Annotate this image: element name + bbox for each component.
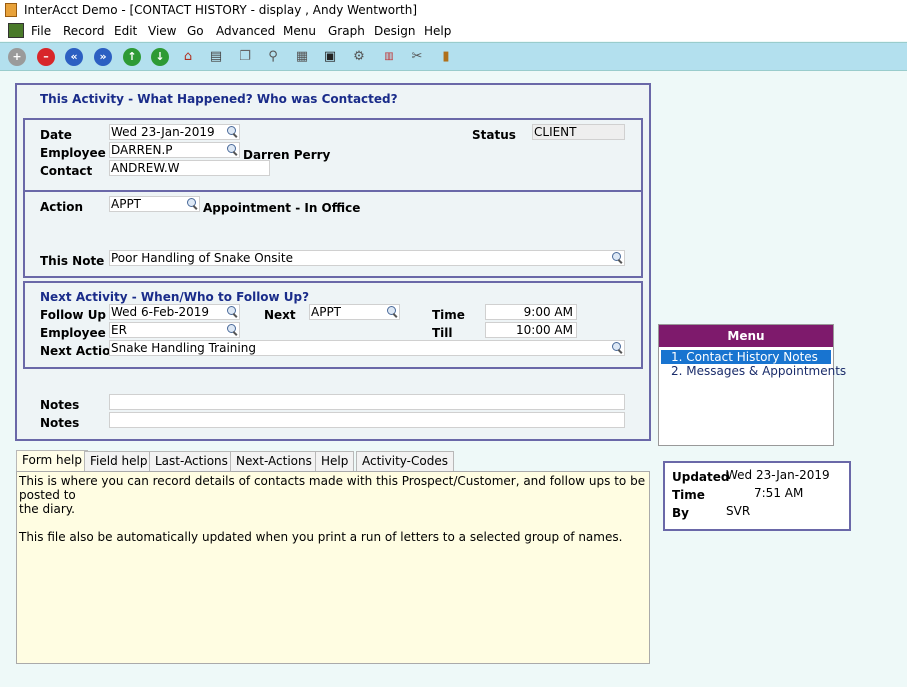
menu-design[interactable]: Design — [374, 24, 415, 38]
tab-form-help[interactable]: Form help — [16, 450, 88, 472]
till-field[interactable]: 10:00 AM — [485, 322, 577, 338]
till-label: Till — [432, 326, 453, 340]
menu-bar: File Record Edit View Go Advanced Menu G… — [0, 21, 907, 41]
employee-field[interactable]: DARREN.P — [109, 142, 240, 158]
updated-by-value: SVR — [726, 504, 751, 518]
date-label: Date — [40, 128, 72, 142]
next-employee-field[interactable]: ER — [109, 322, 240, 338]
help-panel: This is where you can record details of … — [16, 471, 650, 664]
last-record-icon[interactable]: » — [94, 48, 112, 66]
app-menu-icon[interactable] — [8, 23, 24, 38]
followup-field[interactable]: Wed 6-Feb-2019 — [109, 304, 240, 320]
up-arrow-icon[interactable]: ↑ — [123, 48, 141, 66]
next-action-label: Next Action — [40, 344, 119, 358]
next-employee-label: Employee — [40, 326, 106, 340]
time-label: Time — [432, 308, 465, 322]
home-icon[interactable]: ⌂ — [179, 47, 197, 67]
calculator-icon[interactable]: ▦ — [293, 47, 311, 67]
menu-record[interactable]: Record — [63, 24, 104, 38]
tab-next-actions[interactable]: Next-Actions — [230, 451, 318, 471]
status-label: Status — [472, 128, 516, 142]
next-action-field[interactable]: Snake Handling Training — [109, 340, 625, 356]
next-activity-heading: Next Activity - When/Who to Follow Up? — [40, 290, 310, 304]
tab-field-help[interactable]: Field help — [84, 451, 154, 471]
followup-lookup-icon[interactable] — [227, 306, 238, 317]
side-menu: Menu 1. Contact History Notes 2. Message… — [658, 324, 846, 446]
tab-help[interactable]: Help — [315, 451, 355, 471]
menu-graph[interactable]: Graph — [328, 24, 365, 38]
status-field[interactable]: CLIENT — [532, 124, 625, 140]
cut-icon[interactable]: ✂ — [408, 47, 426, 67]
notes-field-1[interactable] — [109, 394, 625, 410]
add-icon[interactable]: + — [8, 48, 26, 66]
tab-activity-codes[interactable]: Activity-Codes — [356, 451, 454, 471]
note-field[interactable]: Poor Handling of Snake Onsite — [109, 250, 625, 266]
delete-icon[interactable]: – — [37, 48, 55, 66]
copy-icon[interactable]: ❐ — [236, 47, 254, 67]
time-field[interactable]: 9:00 AM — [485, 304, 577, 320]
menu-view[interactable]: View — [148, 24, 176, 38]
next-employee-lookup-icon[interactable] — [227, 324, 238, 335]
date-lookup-icon[interactable] — [227, 126, 238, 137]
notes-field-2[interactable] — [109, 412, 625, 428]
title-bar: InterAcct Demo - [CONTACT HISTORY - disp… — [0, 0, 907, 21]
menu-help[interactable]: Help — [424, 24, 451, 38]
menu-advanced[interactable]: Advanced — [216, 24, 275, 38]
search-icon[interactable]: ⚲ — [264, 47, 282, 67]
next-label: Next — [264, 308, 296, 322]
down-arrow-icon[interactable]: ↓ — [151, 48, 169, 66]
updated-time-value: 7:51 AM — [754, 486, 804, 500]
tab-last-actions[interactable]: Last-Actions — [149, 451, 234, 471]
contact-label: Contact — [40, 164, 93, 178]
note-label: This Note — [40, 254, 105, 268]
first-record-icon[interactable]: « — [65, 48, 83, 66]
menu-edit[interactable]: Edit — [114, 24, 137, 38]
next-lookup-icon[interactable] — [387, 306, 398, 317]
notes-label-1: Notes — [40, 398, 80, 412]
action-lookup-icon[interactable] — [187, 198, 198, 209]
menu-item-messages-appointments[interactable]: 2. Messages & Appointments — [661, 364, 846, 378]
menu-item-contact-history-notes[interactable]: 1. Contact History Notes — [661, 350, 831, 364]
menu-go[interactable]: Go — [187, 24, 204, 38]
date-field[interactable]: Wed 23-Jan-2019 — [109, 124, 240, 140]
menu-menu[interactable]: Menu — [283, 24, 316, 38]
note-lookup-icon[interactable] — [612, 252, 623, 263]
contact-field[interactable]: ANDREW.W — [109, 160, 270, 176]
notes-label-2: Notes — [40, 416, 80, 430]
updated-time-label: Time — [672, 488, 705, 502]
action-description: Appointment - In Office — [203, 201, 361, 215]
help-text: This is where you can record details of … — [19, 474, 646, 544]
updated-label: Updated — [672, 470, 730, 484]
activity-heading: This Activity - What Happened? Who was C… — [40, 92, 398, 106]
followup-label: Follow Up — [40, 308, 107, 322]
exit-door-icon[interactable]: ▮ — [437, 47, 455, 67]
toolbar: + – « » ↑ ↓ ⌂ ▤ ❐ ⚲ ▦ ▣ ⚙ ▥ ✂ ▮ — [0, 42, 907, 71]
app-icon — [5, 3, 17, 17]
window-title: InterAcct Demo - [CONTACT HISTORY - disp… — [24, 3, 418, 17]
settings-icon[interactable]: ⚙ — [350, 47, 368, 67]
employee-label: Employee — [40, 146, 106, 160]
updated-by-label: By — [672, 506, 689, 520]
side-menu-title: Menu — [659, 325, 833, 347]
next-action-lookup-icon[interactable] — [612, 342, 623, 353]
calendar-icon[interactable]: ▥ — [380, 47, 398, 67]
employee-lookup-icon[interactable] — [227, 144, 238, 155]
action-label: Action — [40, 200, 84, 214]
monitor-icon[interactable]: ▣ — [321, 47, 339, 67]
menu-file[interactable]: File — [31, 24, 51, 38]
updated-value: Wed 23-Jan-2019 — [726, 468, 830, 482]
print-icon[interactable]: ▤ — [207, 47, 225, 67]
